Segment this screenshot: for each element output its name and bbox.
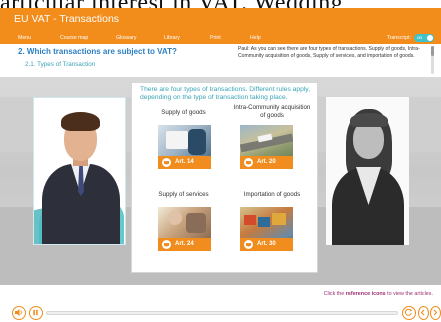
page-title: 2. Which transactions are subject to VAT… xyxy=(18,47,177,56)
book-icon[interactable] xyxy=(244,240,253,249)
transcript-text: Paul: As you can see there are four type… xyxy=(238,46,420,60)
presenter-man-hair xyxy=(61,112,100,131)
presenter-card-left xyxy=(33,97,126,245)
menu-item-glossary[interactable]: Glossary xyxy=(116,35,136,41)
heading-area: 2. Which transactions are subject to VAT… xyxy=(0,44,441,77)
chevron-right-icon xyxy=(433,309,438,316)
stage: There are four types of transactions. Di… xyxy=(0,77,441,285)
book-icon[interactable] xyxy=(162,158,171,167)
next-button[interactable] xyxy=(430,306,441,320)
footer-note: Click the reference icons to view the ar… xyxy=(324,291,433,297)
panel-intro: There are four types of transactions. Di… xyxy=(140,86,310,101)
photo-person xyxy=(168,211,182,225)
menu-item-library[interactable]: Library xyxy=(164,35,180,41)
speaker-icon xyxy=(15,309,22,316)
tile-label-importation: Importation of goods xyxy=(243,191,301,198)
photo-container xyxy=(272,213,286,225)
audio-button[interactable] xyxy=(12,306,26,320)
tile-supply-of-services[interactable]: Art. 24 xyxy=(158,207,211,251)
presenter-woman-hair-top xyxy=(350,113,388,127)
book-icon[interactable] xyxy=(162,240,171,249)
footer-note-bold: reference icons xyxy=(345,291,386,297)
transcript-toggle[interactable]: on xyxy=(414,34,434,42)
tile-label-intra-community: Intra-Community acquisition of goods xyxy=(233,104,311,119)
presenter-card-right xyxy=(326,97,409,245)
scrollbar-thumb[interactable] xyxy=(431,46,434,56)
footer-note-suffix: to view the articles. xyxy=(387,291,433,297)
transcript-label: Transcript: xyxy=(386,35,411,41)
menu-item-help[interactable]: Help xyxy=(250,35,261,41)
toggle-knob xyxy=(427,35,433,41)
app-title: EU VAT - Transactions xyxy=(14,13,120,25)
footer-note-prefix: Click the xyxy=(323,291,345,297)
tile-importation-of-goods[interactable]: Art. 30 xyxy=(240,207,293,251)
progress-bar[interactable] xyxy=(46,311,398,315)
menu-item-print[interactable]: Print xyxy=(210,35,221,41)
photo-worker xyxy=(186,213,206,233)
back-button[interactable] xyxy=(418,306,429,320)
replay-icon xyxy=(404,308,413,316)
tile-intra-community-acquisition[interactable]: Art. 20 xyxy=(240,125,293,169)
tile-label-supply-of-goods: Supply of goods xyxy=(161,109,206,116)
pause-icon xyxy=(33,309,38,316)
transcript-toggle-state: on xyxy=(417,35,423,40)
article-ref: Art. 20 xyxy=(257,158,276,165)
menu-item-course-map[interactable]: Course map xyxy=(60,35,88,41)
top-bar: EU VAT - Transactions Menu Course map Gl… xyxy=(0,8,441,44)
page-subtitle: 2.1. Types of Transaction xyxy=(25,61,96,68)
tile-label-supply-of-services: Supply of services xyxy=(158,191,209,198)
article-ref: Art. 24 xyxy=(175,240,194,247)
photo-figure xyxy=(188,129,206,155)
chevron-left-icon xyxy=(420,309,425,316)
transcript-scrollbar[interactable] xyxy=(431,46,434,74)
transactions-panel: There are four types of transactions. Di… xyxy=(131,82,318,273)
reference-badge[interactable]: Art. 30 xyxy=(240,238,293,251)
photo-container xyxy=(244,215,256,225)
book-icon[interactable] xyxy=(244,158,253,167)
replay-button[interactable] xyxy=(402,306,416,320)
tile-supply-of-goods[interactable]: Art. 14 xyxy=(158,125,211,169)
photo-container xyxy=(258,217,270,227)
article-ref: Art. 30 xyxy=(257,240,276,247)
reference-badge[interactable]: Art. 20 xyxy=(240,156,293,169)
article-ref: Art. 14 xyxy=(175,158,194,165)
player-controls xyxy=(0,305,441,322)
menu-item-menu[interactable]: Menu xyxy=(18,35,31,41)
pause-button[interactable] xyxy=(29,306,43,320)
reference-badge[interactable]: Art. 14 xyxy=(158,156,211,169)
photo-parcel xyxy=(166,131,188,149)
reference-badge[interactable]: Art. 24 xyxy=(158,238,211,251)
